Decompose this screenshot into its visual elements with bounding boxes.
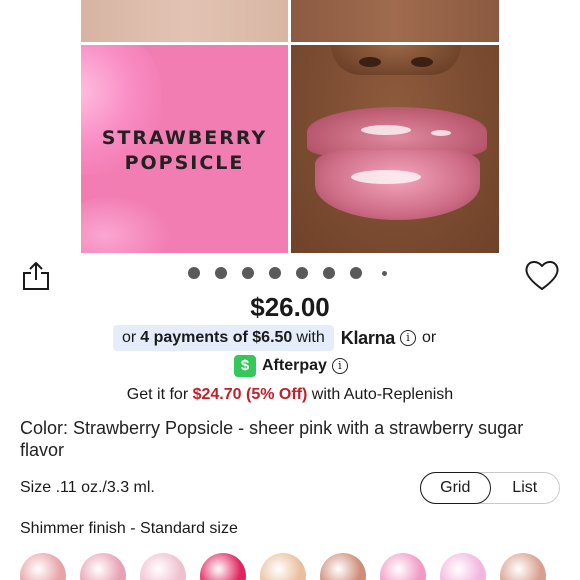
shade-swatch[interactable]	[200, 553, 246, 580]
carousel-dot[interactable]	[350, 267, 362, 279]
afterpay-option[interactable]: $ Afterpay i	[234, 355, 348, 377]
product-size: Size .11 oz./3.3 ml.	[20, 479, 155, 496]
carousel-dot[interactable]	[382, 271, 387, 276]
carousel-dot[interactable]	[188, 267, 200, 279]
carousel-dot[interactable]	[242, 267, 254, 279]
heart-icon[interactable]	[524, 259, 560, 291]
shade-swatch[interactable]	[500, 553, 546, 580]
klarna-payments: 4 payments of $6.50	[140, 329, 293, 346]
product-image-model-chin	[291, 0, 499, 42]
carousel-dot[interactable]	[215, 267, 227, 279]
shade-swatch[interactable]	[440, 553, 486, 580]
grid-view-button[interactable]: Grid	[420, 472, 491, 504]
shade-name-line2: POPSICLE	[124, 152, 245, 174]
carousel-dot[interactable]	[269, 267, 281, 279]
shade-swatch[interactable]	[260, 553, 306, 580]
klarna-installments[interactable]: or 4 payments of $6.50 with Klarna i or	[113, 324, 436, 352]
afterpay-label: Afterpay	[262, 357, 327, 374]
shade-name-line1: STRAWBERRY	[101, 127, 268, 149]
info-icon[interactable]: i	[331, 358, 348, 374]
shade-swatch[interactable]	[380, 553, 426, 580]
product-image-skin-swatch	[81, 0, 288, 42]
model-lips-image	[291, 45, 499, 253]
klarna-logo: Klarna	[340, 327, 396, 348]
color-description: Color: Strawberry Popsicle - sheer pink …	[20, 418, 524, 460]
afterpay-icon: $	[234, 355, 256, 377]
product-price: $26.00	[250, 292, 330, 322]
shade-swatch[interactable]	[320, 553, 366, 580]
auto-replenish-offer[interactable]: Get it for $24.70 (5% Off) with Auto-Rep…	[0, 386, 580, 404]
finish-label: Shimmer finish - Standard size	[20, 520, 238, 537]
share-icon[interactable]	[22, 261, 50, 291]
carousel-dot[interactable]	[296, 267, 308, 279]
replenish-discount: $24.70 (5% Off)	[192, 386, 308, 403]
shade-name-panel: STRAWBERRY POPSICLE	[81, 45, 288, 253]
list-view-button[interactable]: List	[491, 473, 560, 503]
carousel-dot[interactable]	[323, 267, 335, 279]
shade-swatch[interactable]	[140, 553, 186, 580]
view-toggle[interactable]: Grid List	[420, 472, 560, 504]
shade-swatch[interactable]	[80, 553, 126, 580]
info-icon[interactable]: i	[400, 330, 416, 346]
shade-swatch[interactable]	[20, 553, 66, 580]
klarna-pill[interactable]: or 4 payments of $6.50 with	[113, 325, 334, 351]
product-image-carousel[interactable]: STRAWBERRY POPSICLE	[81, 0, 499, 253]
